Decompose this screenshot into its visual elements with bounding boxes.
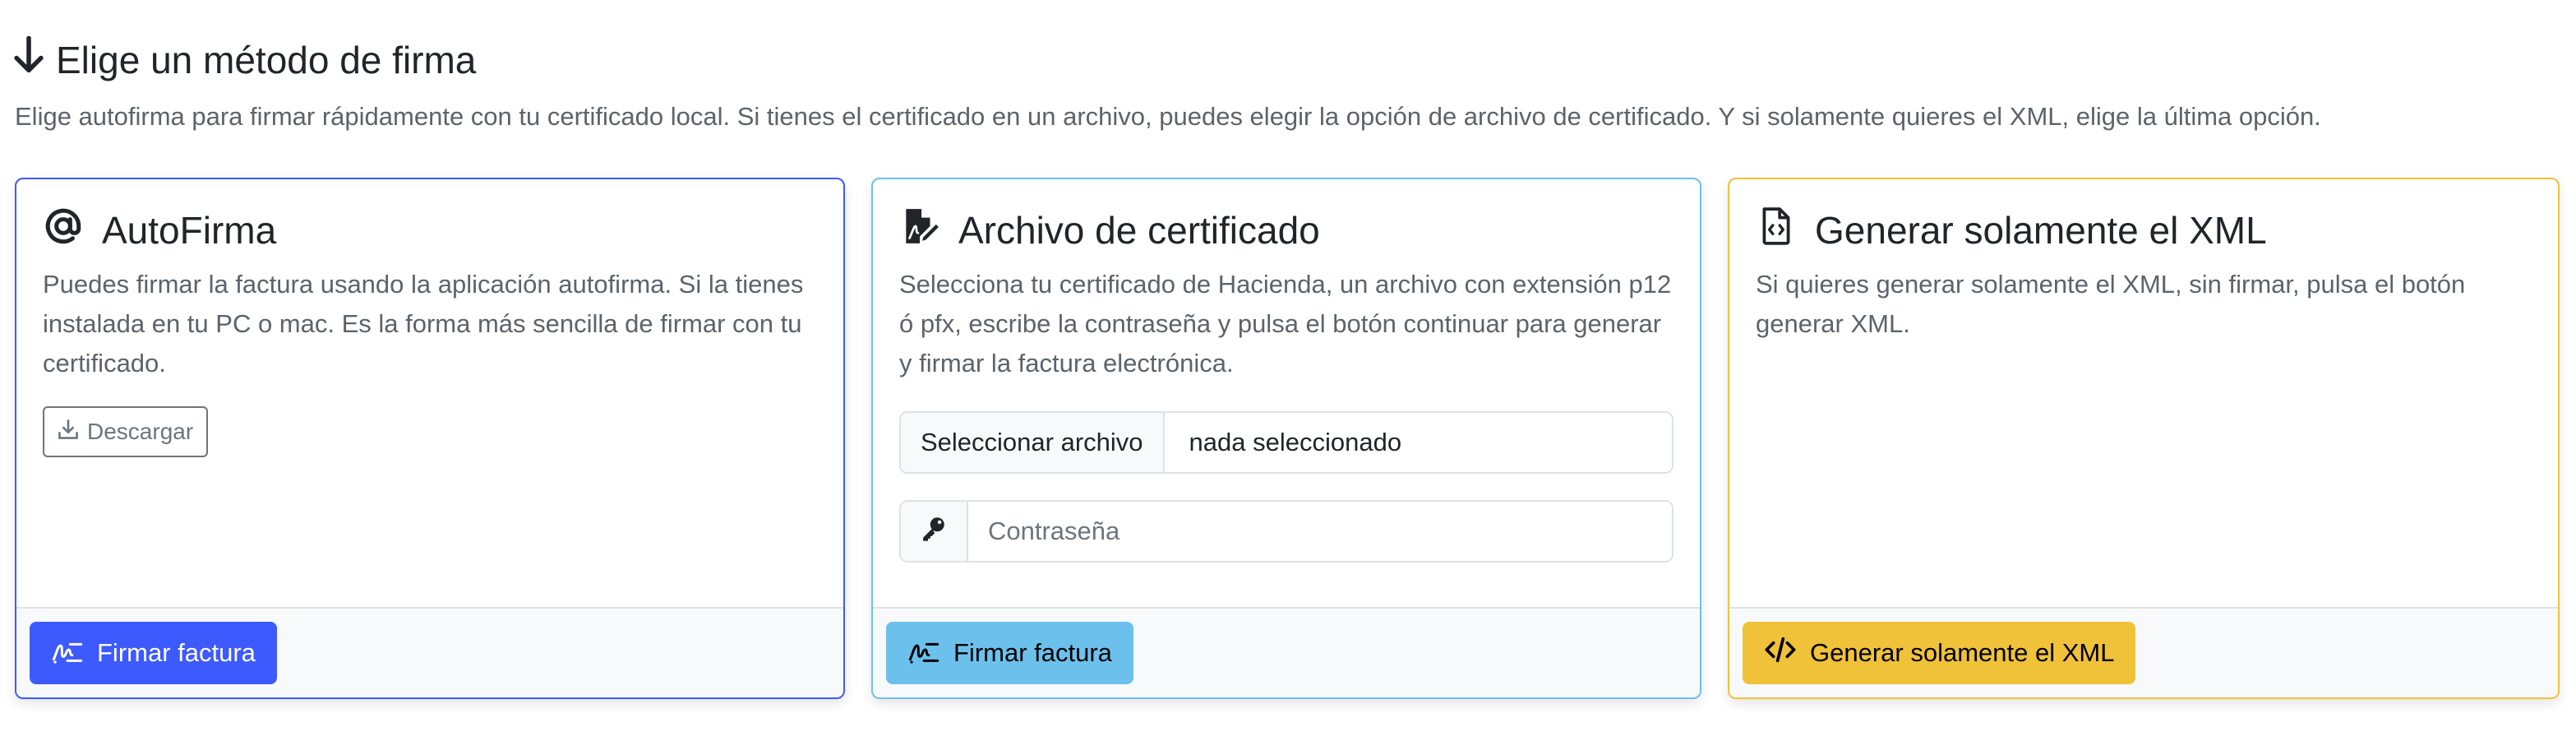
arrow-down-icon (13, 35, 44, 83)
at-icon (43, 206, 84, 256)
autofirma-card-title: AutoFirma (43, 206, 817, 255)
select-file-button[interactable]: Seleccionar archivo (901, 413, 1165, 472)
xml-card: Generar solamente el XML Si quieres gene… (1728, 178, 2560, 699)
xml-title-text: Generar solamente el XML (1815, 209, 2267, 252)
certificate-sign-label: Firmar factura (953, 638, 1112, 667)
section-description: Elige autofirma para firmar rápidamente … (15, 102, 2321, 131)
key-icon (920, 514, 948, 549)
password-addon (901, 502, 968, 561)
password-field[interactable] (968, 502, 1672, 561)
certificate-card-body: Archivo de certificado Selecciona tu cer… (873, 179, 1700, 609)
autofirma-card: AutoFirma Puedes firmar la factura usand… (15, 178, 845, 699)
code-icon (1764, 633, 1797, 673)
selected-file-text: nada seleccionado (1164, 413, 1672, 472)
section-heading: Elige un método de firma (13, 35, 477, 83)
signature-icon (907, 633, 940, 673)
signature-icon (51, 633, 84, 673)
download-icon (58, 419, 79, 446)
xml-card-footer: Generar solamente el XML (1729, 607, 2558, 697)
file-signature-icon (899, 206, 940, 256)
autofirma-title-text: AutoFirma (102, 209, 277, 252)
autofirma-description: Puedes firmar la factura usando la aplic… (43, 270, 804, 378)
autofirma-sign-button[interactable]: Firmar factura (30, 622, 277, 684)
section-title: Elige un método de firma (56, 38, 477, 81)
download-button-label: Descargar (87, 419, 194, 444)
xml-card-body: Generar solamente el XML Si quieres gene… (1729, 179, 2558, 609)
certificate-card: Archivo de certificado Selecciona tu cer… (871, 178, 1701, 699)
autofirma-card-footer: Firmar factura (16, 607, 843, 697)
page: Elige un método de firma Elige autofirma… (0, 0, 2576, 755)
certificate-title-text: Archivo de certificado (958, 209, 1320, 252)
certificate-card-footer: Firmar factura (873, 607, 1700, 697)
generate-xml-button[interactable]: Generar solamente el XML (1743, 622, 2136, 684)
download-button[interactable]: Descargar (43, 406, 209, 457)
autofirma-sign-label: Firmar factura (97, 638, 256, 667)
file-code-icon (1756, 206, 1797, 256)
password-input-group (899, 500, 1673, 563)
certificate-file-input[interactable]: Seleccionar archivo nada seleccionado (899, 411, 1673, 474)
generate-xml-label: Generar solamente el XML (1810, 638, 2115, 667)
xml-description: Si quieres generar solamente el XML, sin… (1756, 270, 2466, 338)
certificate-description: Selecciona tu certificado de Hacienda, u… (899, 270, 1672, 378)
xml-card-title: Generar solamente el XML (1756, 206, 2532, 255)
certificate-sign-button[interactable]: Firmar factura (886, 622, 1133, 684)
autofirma-card-body: AutoFirma Puedes firmar la factura usand… (16, 179, 843, 609)
certificate-card-title: Archivo de certificado (899, 206, 1673, 255)
